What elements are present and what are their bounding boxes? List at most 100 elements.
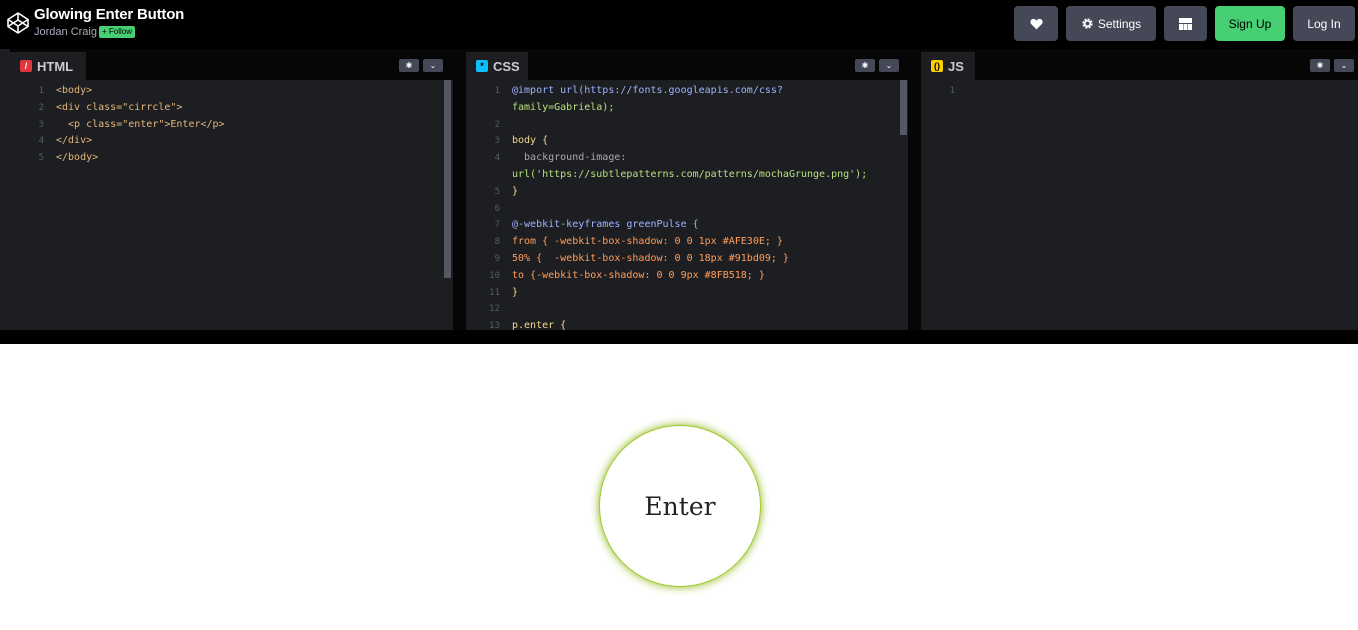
code-text: background-image: [512,152,627,164]
line-number: 1 [949,86,955,96]
chevron-down-icon: ⌄ [1340,61,1348,70]
line-number: 7 [494,220,500,231]
js-collapse-button[interactable]: ⌄ [1334,59,1354,72]
line-number: 4 [494,153,500,164]
code-line: 2 [466,118,900,135]
code-text: </div> [56,135,93,147]
html-code[interactable]: 1 <body> 2 <div class="cirrcle"> 3 <p class=… [10,80,445,330]
js-settings-button[interactable]: ✱ [1310,59,1330,72]
code-line: 4 </div> [10,134,445,151]
tab-css-label: CSS [493,58,520,74]
tab-html-label: HTML [37,58,74,74]
code-line: family=Gabriela); [466,101,900,118]
code-line: 7 @-webkit-keyframes greenPulse { [466,218,900,235]
pen-title[interactable]: Glowing Enter Button [34,6,184,23]
line-number: 2 [38,102,44,113]
line-number: 5 [38,153,44,164]
gear-icon: ✱ [405,61,413,70]
code-text: <div class="cirrcle"> [56,101,183,113]
gear-icon: ✱ [1316,61,1324,70]
code-line: 4 background-image: [466,151,900,168]
gear-icon [1082,18,1093,29]
code-line: 6 [466,202,900,219]
layout-icon [1179,17,1192,30]
enter-button[interactable]: Enter [599,425,761,587]
code-line: 5} [466,185,900,202]
tab-css[interactable]: * CSS [466,52,528,80]
follow-button[interactable]: + Follow [99,26,136,38]
html-badge-icon: / [20,60,32,72]
line-number: 1 [494,86,500,96]
code-text: <body> [56,85,93,96]
line-number: 2 [494,119,500,130]
code-text: url('https://subtlepatterns.com/patterns… [512,169,868,180]
code-text: </body> [56,152,99,164]
html-settings-button[interactable]: ✱ [399,59,419,72]
code-line: 9 50% { -webkit-box-shadow: 0 0 18px #91b… [466,252,900,269]
line-number: 13 [489,321,500,330]
sign-up-button[interactable]: Sign Up [1215,6,1285,41]
log-in-button[interactable]: Log In [1293,6,1355,41]
sign-up-label: Sign Up [1228,16,1272,31]
code-text: to {-webkit-box-shadow: 0 0 9px #8FB518;… [512,269,765,281]
code-text: from { -webkit-box-shadow: 0 0 1px #AFE3… [512,236,783,248]
js-editor-pane: () JS ✱ ⌄ 1 [921,49,1358,330]
tab-js-label: JS [948,58,964,74]
codepen-logo-icon[interactable] [6,11,30,35]
follow-label: Follow [108,27,133,36]
settings-label: Settings [1097,16,1142,31]
heart-icon [1029,18,1043,29]
line-number: 10 [489,270,500,281]
tab-js[interactable]: () JS [921,52,975,80]
css-scrollbar[interactable] [900,80,907,135]
enter-button-label: Enter [644,491,716,521]
plus-icon: + [102,27,109,36]
code-text: } [512,185,519,197]
code-line: 2 <div class="cirrcle"> [10,101,445,118]
code-text: } [512,286,519,298]
js-code[interactable]: 1 [921,80,1350,330]
code-text: <p class="enter">Enter</p> [56,118,225,130]
line-number: 3 [38,119,44,130]
html-pane-header: / HTML ✱ ⌄ [10,49,453,80]
preview-resizer[interactable] [0,330,1358,344]
log-in-label: Log In [1307,16,1341,31]
pane-resizer-2[interactable] [908,49,921,330]
line-number: 5 [494,186,500,197]
js-badge-icon: () [931,60,943,72]
code-line: 11} [466,286,900,303]
code-text: 50% { -webkit-box-shadow: 0 0 18px #91bd… [512,253,789,264]
code-line: 3 body { [466,134,900,151]
css-code[interactable]: 1 @import url(https://fonts.googleapis.co… [466,80,900,330]
code-text: body { [512,135,549,147]
line-number: 6 [494,203,500,214]
gear-icon: ✱ [861,61,869,70]
html-editor-pane: / HTML ✱ ⌄ 1 <body> 2 <div class="cirrcle">… [10,49,453,330]
code-text: @import url(https://fonts.googleapis.com… [512,85,783,96]
line-number: 11 [489,287,500,298]
code-line: 1 [921,84,1350,101]
tab-html[interactable]: / HTML [10,52,86,80]
code-line: 12 [466,302,900,319]
code-text: p.enter { [512,320,567,330]
html-collapse-button[interactable]: ⌄ [423,59,443,72]
code-line: 13 p.enter { [466,319,900,330]
heart-button[interactable] [1014,6,1058,41]
code-text: @-webkit-keyframes greenPulse { [512,219,699,231]
css-collapse-button[interactable]: ⌄ [879,59,899,72]
line-number: 1 [38,86,44,96]
author-name[interactable]: Jordan Craig [34,26,97,38]
code-text: family=Gabriela); [512,101,615,113]
line-number: 12 [489,304,500,315]
line-number: 4 [38,136,44,147]
top-bar: Glowing Enter Button Jordan Craig + Foll… [0,0,1358,49]
layout-button[interactable] [1164,6,1207,41]
css-badge-icon: * [476,60,488,72]
html-scrollbar[interactable] [444,80,451,278]
code-line: 8 from { -webkit-box-shadow: 0 0 1px #AFE… [466,235,900,252]
code-line: 1 @import url(https://fonts.googleapis.co… [466,84,900,101]
code-line: 10 to {-webkit-box-shadow: 0 0 9px #8FB51… [466,269,900,286]
settings-button[interactable]: Settings [1066,6,1156,41]
pane-resizer-1[interactable] [453,49,466,330]
css-settings-button[interactable]: ✱ [855,59,875,72]
